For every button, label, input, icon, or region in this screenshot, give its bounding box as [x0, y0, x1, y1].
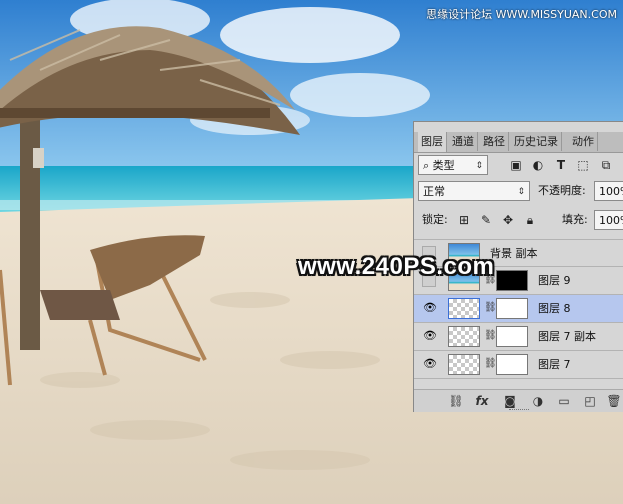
layer-row[interactable]: 👁︎ ⛓ 图层 7 — [414, 351, 623, 379]
lock-transparent-pixels-icon[interactable]: ⊞ — [456, 210, 472, 230]
layer-filter-select[interactable]: ⌕ 类型 ⇕ — [418, 155, 488, 175]
opacity-label: 不透明度: — [538, 184, 586, 197]
layer-thumbnail — [448, 326, 480, 347]
lock-position-move-icon[interactable]: ✥ — [500, 210, 516, 230]
site-credit: 思缘设计论坛 WWW.MISSYUAN.COM — [426, 8, 617, 21]
site-watermark: www.240PS.com — [298, 253, 495, 280]
fill-input[interactable]: 100% — [594, 210, 623, 230]
lock-all-icon[interactable]: 🔒︎ — [522, 210, 538, 230]
layer-name[interactable]: 图层 7 副本 — [538, 323, 596, 350]
layer-name[interactable]: 背景 副本 — [490, 240, 538, 267]
layer-name[interactable]: 图层 8 — [538, 295, 571, 322]
layer-thumbnail — [448, 298, 480, 319]
eye-icon[interactable]: 👁︎ — [422, 301, 438, 315]
new-layer-icon[interactable]: ◰ — [582, 392, 598, 410]
blend-mode-select[interactable]: 正常 ⇕ — [418, 181, 530, 201]
tab-actions[interactable]: 动作 — [569, 132, 598, 151]
tab-history[interactable]: 历史记录 — [511, 132, 562, 151]
eye-icon[interactable]: 👁︎ — [422, 357, 438, 371]
layer-thumbnail — [448, 354, 480, 375]
image-filter-icon[interactable]: ▣ — [508, 155, 524, 175]
dropdown-arrows-icon: ⇕ — [475, 161, 483, 171]
layer-row[interactable]: 👁︎ ⛓ 图层 7 副本 — [414, 323, 623, 351]
layer-row-selected[interactable]: 👁︎ ⛓ 图层 8 — [414, 295, 623, 323]
fill-label: 填充: — [562, 213, 588, 226]
blend-mode-value: 正常 — [423, 185, 445, 198]
smart-object-filter-icon[interactable]: ⧉ — [598, 155, 614, 175]
dropdown-arrows-icon: ⇕ — [517, 187, 525, 197]
opacity-input[interactable]: 100% — [594, 181, 623, 201]
panel-bottom-toolbar: ⛓ fx ◙ ◑ ▭ ◰ 🗑︎ — [414, 389, 623, 412]
search-icon: ⌕ — [423, 159, 430, 172]
layer-mask-thumbnail[interactable] — [496, 326, 528, 347]
layer-mask-thumbnail[interactable] — [496, 270, 528, 291]
layer-mask-thumbnail[interactable] — [496, 298, 528, 319]
shape-filter-icon[interactable]: ⬚ — [575, 155, 591, 175]
lock-label: 锁定: — [422, 213, 448, 226]
adjustment-layer-icon[interactable]: ◑ — [530, 392, 546, 410]
mask-link-icon[interactable]: ⛓ — [484, 301, 497, 315]
tab-paths[interactable]: 路径 — [480, 132, 509, 151]
layer-name[interactable]: 图层 7 — [538, 351, 571, 378]
adjustment-filter-icon[interactable]: ◐ — [530, 155, 546, 175]
mask-link-icon[interactable]: ⛓ — [484, 329, 497, 343]
layer-name[interactable]: 图层 9 — [538, 267, 571, 294]
fx-icon[interactable]: fx — [474, 392, 490, 410]
eye-icon[interactable]: 👁︎ — [422, 329, 438, 343]
link-layers-icon[interactable]: ⛓ — [448, 392, 464, 410]
resize-grip[interactable] — [509, 409, 529, 412]
group-folder-icon[interactable]: ▭ — [556, 392, 572, 410]
trash-icon[interactable]: 🗑︎ — [606, 392, 622, 410]
layer-mask-thumbnail[interactable] — [496, 354, 528, 375]
add-mask-icon[interactable]: ◙ — [502, 392, 518, 410]
tab-layers[interactable]: 图层 — [418, 132, 447, 152]
filter-kind-value: 类型 — [432, 159, 455, 172]
mask-link-icon[interactable]: ⛓ — [484, 357, 497, 371]
type-filter-icon[interactable]: T — [553, 155, 569, 175]
lock-image-pixels-brush-icon[interactable]: ✎ — [478, 210, 494, 230]
tab-channels[interactable]: 通道 — [449, 132, 478, 151]
panel-tab-bar: 图层 通道 路径 历史记录 动作 — [414, 132, 623, 153]
